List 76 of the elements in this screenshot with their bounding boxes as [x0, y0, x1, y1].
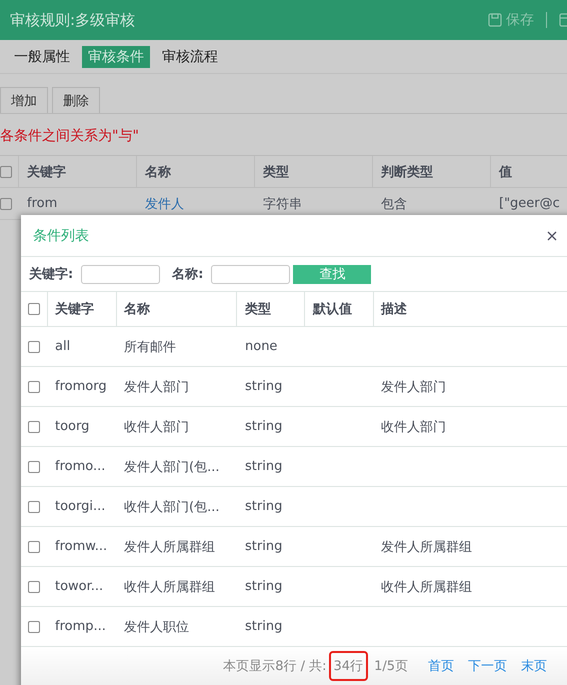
checkbox[interactable]: [28, 380, 40, 392]
pagination-link[interactable]: 下一页: [468, 657, 507, 675]
pagination-link[interactable]: 首页: [428, 657, 454, 675]
table-cell: towor...: [55, 579, 104, 594]
table-cell: string: [245, 539, 282, 554]
table-cell: string: [245, 459, 282, 474]
column-header: 类型: [255, 156, 373, 187]
column-header: 判断类型: [373, 156, 491, 187]
checkbox[interactable]: [28, 303, 40, 315]
checkbox[interactable]: [0, 198, 12, 210]
dialog-title: 条件列表: [33, 226, 89, 244]
search-field[interactable]: [81, 264, 160, 284]
table-cell-text: 收件人所属群组: [381, 578, 472, 596]
table-cell-text: 发件人部门: [381, 378, 446, 396]
checkbox[interactable]: [28, 580, 40, 592]
table-cell-text: 收件人部门: [381, 418, 446, 436]
toolbar-button[interactable]: 删除: [52, 87, 100, 113]
table-cell-text: 字符串: [262, 196, 303, 214]
field-label: 名称:: [172, 266, 204, 283]
checkbox[interactable]: [28, 540, 40, 552]
pagination-link[interactable]: 末页: [521, 657, 547, 675]
window-title: 审核规则:多级审核: [10, 10, 136, 30]
save-button[interactable]: 保存: [488, 11, 534, 29]
close-icon[interactable]: [547, 230, 557, 240]
checkbox[interactable]: [28, 620, 40, 632]
checkbox[interactable]: [28, 500, 40, 512]
table-cell: fromp...: [55, 619, 106, 634]
search-field[interactable]: [211, 264, 290, 284]
tab[interactable]: 审核流程: [156, 46, 224, 68]
checkbox[interactable]: [28, 420, 40, 432]
table-cell: fromo...: [55, 459, 106, 474]
highlight-box: 34行: [328, 651, 368, 681]
column-header: 默认值: [305, 292, 374, 326]
column-header: 关键字: [48, 292, 117, 326]
panel-icon[interactable]: [559, 13, 567, 27]
tab[interactable]: 审核条件: [82, 46, 150, 68]
table-cell-text: 收件人所属群组: [124, 578, 215, 596]
column-header: 值: [491, 156, 567, 187]
table-cell-text: from: [26, 195, 58, 213]
table-cell: string: [245, 579, 282, 594]
table-cell: fromorg: [55, 379, 107, 394]
table-cell-text: 发件人职位: [124, 618, 189, 636]
page-summary: 本页显示8行 / 共:: [223, 658, 327, 675]
page-indicator: 1/5页: [374, 658, 408, 675]
column-header: 关键字: [19, 156, 137, 187]
table-cell: string: [245, 419, 282, 434]
column-header: 名称: [137, 156, 255, 187]
search-button[interactable]: 查找: [293, 264, 372, 284]
table-cell: none: [245, 339, 278, 354]
table-cell-text: 发件人所属群组: [381, 538, 472, 556]
table-cell: fromw...: [55, 539, 108, 554]
table-cell-text: 收件人部门: [124, 418, 189, 436]
table-cell: string: [245, 499, 282, 514]
table-cell: string: [245, 619, 282, 634]
table-cell: toorg: [55, 419, 90, 434]
table-cell-text: ["geer@c: [498, 195, 561, 213]
table-cell-text: 包含: [380, 196, 408, 214]
checkbox[interactable]: [28, 460, 40, 472]
notice-text: 各条件之间关系为"与": [0, 127, 140, 146]
checkbox[interactable]: [0, 166, 12, 178]
table-cell: toorgi...: [55, 499, 106, 514]
table-cell: string: [245, 379, 282, 394]
field-label: 关键字:: [29, 266, 74, 283]
tab[interactable]: 一般属性: [8, 46, 76, 68]
column-header: 类型: [237, 292, 305, 326]
checkbox[interactable]: [28, 340, 40, 352]
table-cell-text: 发件人部门(包...: [124, 458, 220, 476]
table-cell-text: 所有邮件: [124, 338, 176, 356]
table-cell-text: 发件人部门: [124, 378, 189, 396]
column-header: 名称: [117, 292, 237, 326]
table-cell: all: [55, 339, 70, 354]
toolbar-button[interactable]: 增加: [0, 87, 48, 113]
column-header: 描述: [374, 292, 567, 326]
name-link[interactable]: 发件人: [137, 188, 255, 219]
table-cell-text: 收件人部门(包...: [124, 498, 220, 516]
table-cell-text: 发件人所属群组: [124, 538, 215, 556]
